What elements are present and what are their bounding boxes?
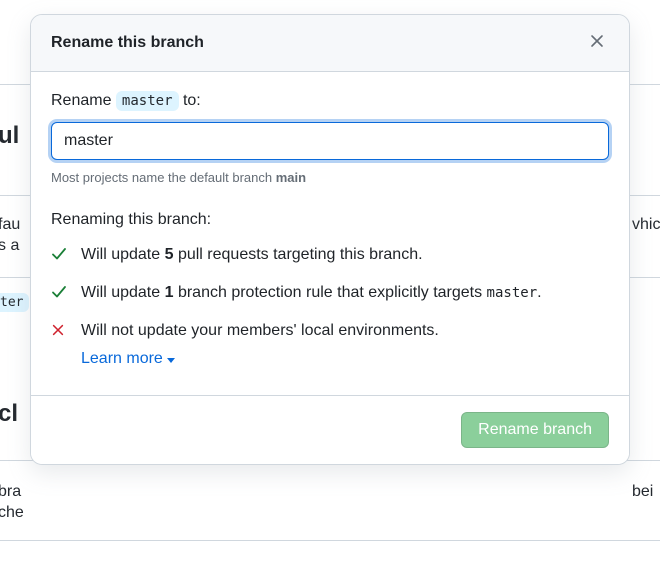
bg-text-fragment: s a	[0, 237, 19, 255]
list-item: Will not update your members' local envi…	[51, 319, 609, 371]
text-fragment: Will not update your members' local envi…	[81, 322, 439, 339]
branch-mono: master	[487, 285, 538, 301]
item-text: Will update 5 pull requests targeting th…	[81, 243, 609, 267]
text-fragment: Will update	[81, 246, 165, 263]
close-icon	[589, 33, 605, 54]
close-button[interactable]	[585, 31, 609, 55]
bg-code-fragment: ter	[0, 293, 29, 312]
list-item: Will update 1 branch protection rule tha…	[51, 281, 609, 305]
text-fragment: branch protection rule that explicitly t…	[174, 284, 487, 301]
rename-branch-button[interactable]: Rename branch	[461, 412, 609, 448]
dialog-header: Rename this branch	[31, 15, 629, 72]
hint-text: Most projects name the default branch	[51, 170, 276, 185]
hint-bold: main	[276, 170, 306, 185]
bg-heading-fragment: cl	[0, 400, 18, 428]
bg-text-fragment: vhic	[632, 216, 660, 234]
learn-more-link[interactable]: Learn more	[81, 347, 175, 371]
chevron-down-icon	[167, 358, 175, 363]
current-branch-chip: master	[116, 91, 179, 111]
branch-name-hint: Most projects name the default branch ma…	[51, 170, 609, 185]
rename-label-prefix: Rename	[51, 92, 116, 109]
text-fragment: pull requests targeting this branch.	[174, 246, 423, 263]
dialog-title: Rename this branch	[51, 34, 204, 52]
bg-heading-fragment: ul	[0, 122, 19, 150]
check-icon	[51, 281, 69, 303]
list-item: Will update 5 pull requests targeting th…	[51, 243, 609, 267]
rename-label-suffix: to:	[179, 92, 201, 109]
item-text: Will update 1 branch protection rule tha…	[81, 281, 609, 305]
dialog-footer: Rename branch	[31, 396, 629, 464]
branch-name-input[interactable]	[51, 122, 609, 160]
effects-list: Will update 5 pull requests targeting th…	[51, 243, 609, 371]
item-text: Will not update your members' local envi…	[81, 319, 609, 371]
text-bold: 1	[165, 284, 174, 301]
text-fragment: .	[537, 284, 541, 301]
check-icon	[51, 243, 69, 265]
learn-more-label: Learn more	[81, 347, 163, 371]
text-fragment: Will update	[81, 284, 165, 301]
bg-text-fragment: che	[0, 504, 24, 522]
text-bold: 5	[165, 246, 174, 263]
bg-text-fragment: bei	[632, 483, 653, 501]
rename-branch-dialog: Rename this branch Rename master to: Mos…	[30, 14, 630, 465]
effects-heading: Renaming this branch:	[51, 211, 609, 229]
bg-text-fragment: fau	[0, 216, 20, 234]
rename-label: Rename master to:	[51, 92, 609, 110]
dialog-body: Rename master to: Most projects name the…	[31, 72, 629, 396]
bg-text-fragment: bra	[0, 483, 21, 501]
x-icon	[51, 319, 69, 341]
